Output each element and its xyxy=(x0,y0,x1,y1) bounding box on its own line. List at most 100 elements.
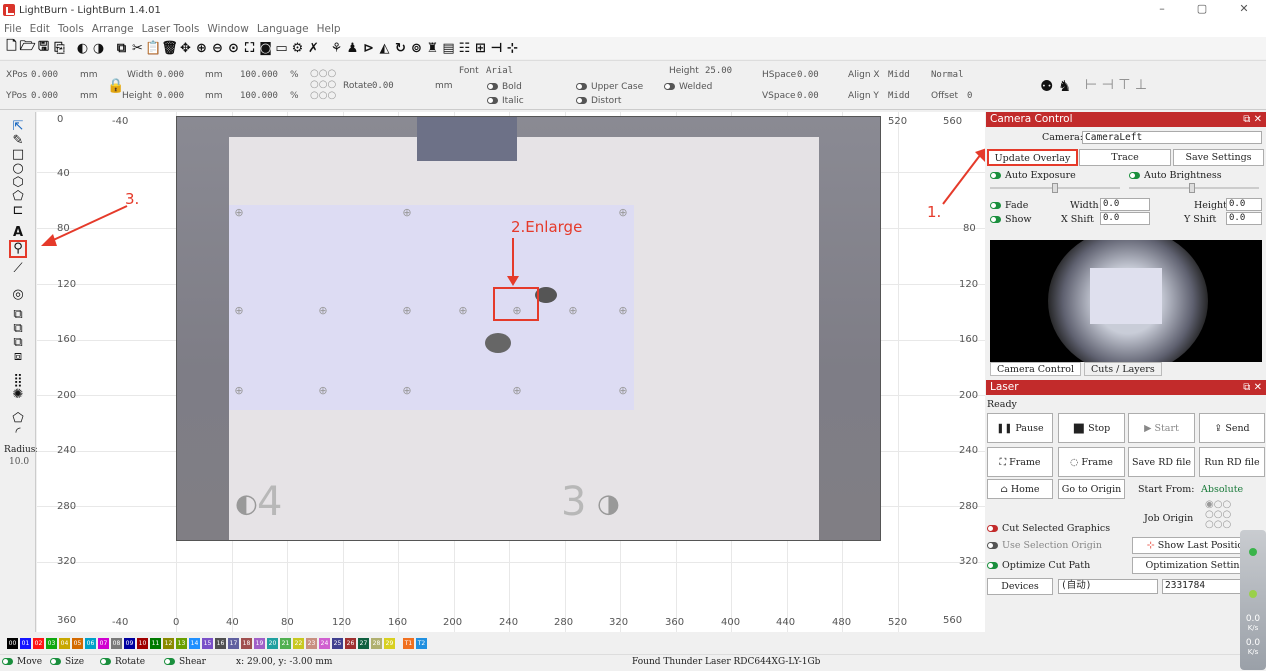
job-origin-grid[interactable]: ◉○○ ○○○ ○○○ xyxy=(1205,500,1231,530)
panel-float-close-icon[interactable]: ⧉ ✕ xyxy=(1243,112,1262,127)
save-settings-button[interactable]: Save Settings xyxy=(1173,149,1264,166)
grid-array-tool-icon[interactable]: ⣿ xyxy=(10,374,26,388)
optimize-cut-toggle[interactable]: Optimize Cut Path xyxy=(987,560,1090,571)
layer-swatch-27[interactable]: 27 xyxy=(358,637,369,649)
zoom-out-icon[interactable]: ⊖ xyxy=(210,41,225,56)
layer-swatch-03[interactable]: 03 xyxy=(46,637,57,649)
edit-nodes-icon[interactable]: ✎ xyxy=(10,134,26,148)
menu-edit[interactable]: Edit xyxy=(26,23,54,35)
layer-swatch-13[interactable]: 13 xyxy=(176,637,187,649)
polygon-tool-icon[interactable]: ⬡ xyxy=(10,176,26,190)
menu-arrange[interactable]: Arrange xyxy=(88,23,138,35)
upper-case-toggle[interactable]: Upper Case xyxy=(576,82,643,92)
port-select[interactable]: (自动) xyxy=(1058,579,1158,594)
position-laser-tool-icon[interactable]: ⚲ xyxy=(9,240,27,258)
font-height-input[interactable]: 25.00 xyxy=(705,66,732,76)
zoom-in-icon[interactable]: ⊕ xyxy=(194,41,209,56)
select-tool-icon[interactable]: ⇱ xyxy=(10,120,26,134)
frame-circle-button[interactable]: ◌ Frame xyxy=(1058,447,1125,477)
layer-swatch-04[interactable]: 04 xyxy=(59,637,70,649)
brightness-slider[interactable] xyxy=(1129,183,1259,193)
menu-file[interactable]: File xyxy=(0,23,26,35)
layer-swatch-06[interactable]: 06 xyxy=(85,637,96,649)
circular-array-icon[interactable]: ✺ xyxy=(10,388,26,402)
monitor-icon[interactable]: ▭ xyxy=(274,41,289,56)
layer-swatch-05[interactable]: 05 xyxy=(72,637,83,649)
width-input[interactable]: 0.000 xyxy=(157,70,184,80)
auto-brightness-toggle[interactable]: Auto Brightness xyxy=(1129,170,1222,181)
layer-swatch-t1[interactable]: T1 xyxy=(403,637,414,649)
save-as-icon[interactable]: ⎘ xyxy=(52,41,67,56)
align-y-select[interactable]: Midd xyxy=(888,91,910,101)
camera-icon[interactable]: ◙ xyxy=(258,41,273,56)
cut-selected-toggle[interactable]: Cut Selected Graphics xyxy=(987,523,1110,534)
overlay-height-input[interactable]: 0.0 xyxy=(1226,198,1262,211)
scale-height-input[interactable]: 100.000 xyxy=(240,91,278,101)
align-tools-icon[interactable]: ⊢ ⊣ ⊤ ⊥ xyxy=(1085,77,1147,93)
exposure-slider[interactable] xyxy=(990,183,1120,193)
height-input[interactable]: 0.000 xyxy=(157,91,184,101)
camera-select[interactable]: CameraLeft xyxy=(1082,131,1262,144)
menu-window[interactable]: Window xyxy=(203,23,252,35)
boolean-intersect-icon[interactable]: ⧉ xyxy=(10,336,26,350)
layer-swatch-14[interactable]: 14 xyxy=(189,637,200,649)
x-shift-input[interactable]: 0.0 xyxy=(1100,212,1150,225)
undo-icon[interactable]: ◐ xyxy=(75,41,90,56)
bold-toggle[interactable]: Bold xyxy=(487,82,522,92)
pentagon-tool-icon[interactable]: ⬠ xyxy=(10,190,26,204)
rotate-input[interactable]: 0.00 xyxy=(372,81,394,91)
menu-language[interactable]: Language xyxy=(253,23,313,35)
welded-toggle[interactable]: Welded xyxy=(664,82,712,92)
scale-width-input[interactable]: 100.000 xyxy=(240,70,278,80)
frame-tool-icon[interactable]: ⊏ xyxy=(10,204,26,218)
corner-radius-icon[interactable]: ◜ xyxy=(10,426,26,440)
stop-button[interactable]: ■ Stop xyxy=(1058,413,1125,443)
move-toggle[interactable]: Move xyxy=(2,657,42,667)
minimize-button[interactable]: – xyxy=(1152,2,1172,15)
layer-swatch-23[interactable]: 23 xyxy=(306,637,317,649)
layer-swatch-10[interactable]: 10 xyxy=(137,637,148,649)
maximize-button[interactable]: ▢ xyxy=(1192,2,1212,15)
pause-button[interactable]: ❚❚ Pause xyxy=(987,413,1053,443)
menu-help[interactable]: Help xyxy=(313,23,345,35)
ellipse-tool-icon[interactable]: ○ xyxy=(10,162,26,176)
text-mode-select[interactable]: Normal xyxy=(931,70,964,80)
tab-camera-control[interactable]: Camera Control xyxy=(990,362,1082,376)
menu-laser-tools[interactable]: Laser Tools xyxy=(138,23,204,35)
start-from-select[interactable]: Absolute xyxy=(1201,484,1243,495)
layer-swatch-02[interactable]: 02 xyxy=(33,637,44,649)
radius-input[interactable]: 10.0 xyxy=(9,457,29,467)
redo-icon[interactable]: ◑ xyxy=(91,41,106,56)
auto-exposure-toggle[interactable]: Auto Exposure xyxy=(990,170,1076,181)
grid-array-icon[interactable]: ⊞ xyxy=(473,41,488,56)
use-selection-origin-toggle[interactable]: Use Selection Origin xyxy=(987,540,1102,551)
boolean-diff-icon[interactable]: ⧉ xyxy=(10,322,26,336)
frame-rect-button[interactable]: ⛶ Frame xyxy=(987,447,1053,477)
fade-toggle[interactable]: Fade xyxy=(990,200,1028,211)
layer-swatch-19[interactable]: 19 xyxy=(254,637,265,649)
rotate-icon[interactable]: ↻ xyxy=(393,41,408,56)
align-x-select[interactable]: Midd xyxy=(888,70,910,80)
center-icon[interactable]: ⊚ xyxy=(409,41,424,56)
offset-input[interactable]: 0 xyxy=(967,91,972,101)
settings-icon[interactable]: ⚙ xyxy=(290,41,305,56)
layer-swatch-17[interactable]: 17 xyxy=(228,637,239,649)
size-toggle[interactable]: Size xyxy=(50,657,84,667)
layer-swatch-22[interactable]: 22 xyxy=(293,637,304,649)
layer-swatch-18[interactable]: 18 xyxy=(241,637,252,649)
trace-button[interactable]: Trace xyxy=(1079,149,1171,166)
show-toggle[interactable]: Show xyxy=(990,214,1031,225)
layer-swatch-08[interactable]: 08 xyxy=(111,637,122,649)
camera-capture-icon[interactable]: ⚉ xyxy=(1040,77,1053,95)
open-file-icon[interactable]: 🗁 xyxy=(19,39,35,56)
shear-toggle[interactable]: Shear xyxy=(164,657,206,667)
convert-path-icon[interactable]: ⬠ xyxy=(10,412,26,426)
layer-swatch-25[interactable]: 25 xyxy=(332,637,343,649)
y-shift-input[interactable]: 0.0 xyxy=(1226,212,1262,225)
boolean-union-icon[interactable]: ⧉ xyxy=(10,308,26,322)
distribute-icon[interactable]: ▤ xyxy=(441,41,456,56)
devices-button[interactable]: Devices xyxy=(987,578,1053,595)
layer-swatch-15[interactable]: 15 xyxy=(202,637,213,649)
ypos-input[interactable]: 0.000 xyxy=(31,91,58,101)
tab-cuts-layers[interactable]: Cuts / Layers xyxy=(1084,362,1162,376)
